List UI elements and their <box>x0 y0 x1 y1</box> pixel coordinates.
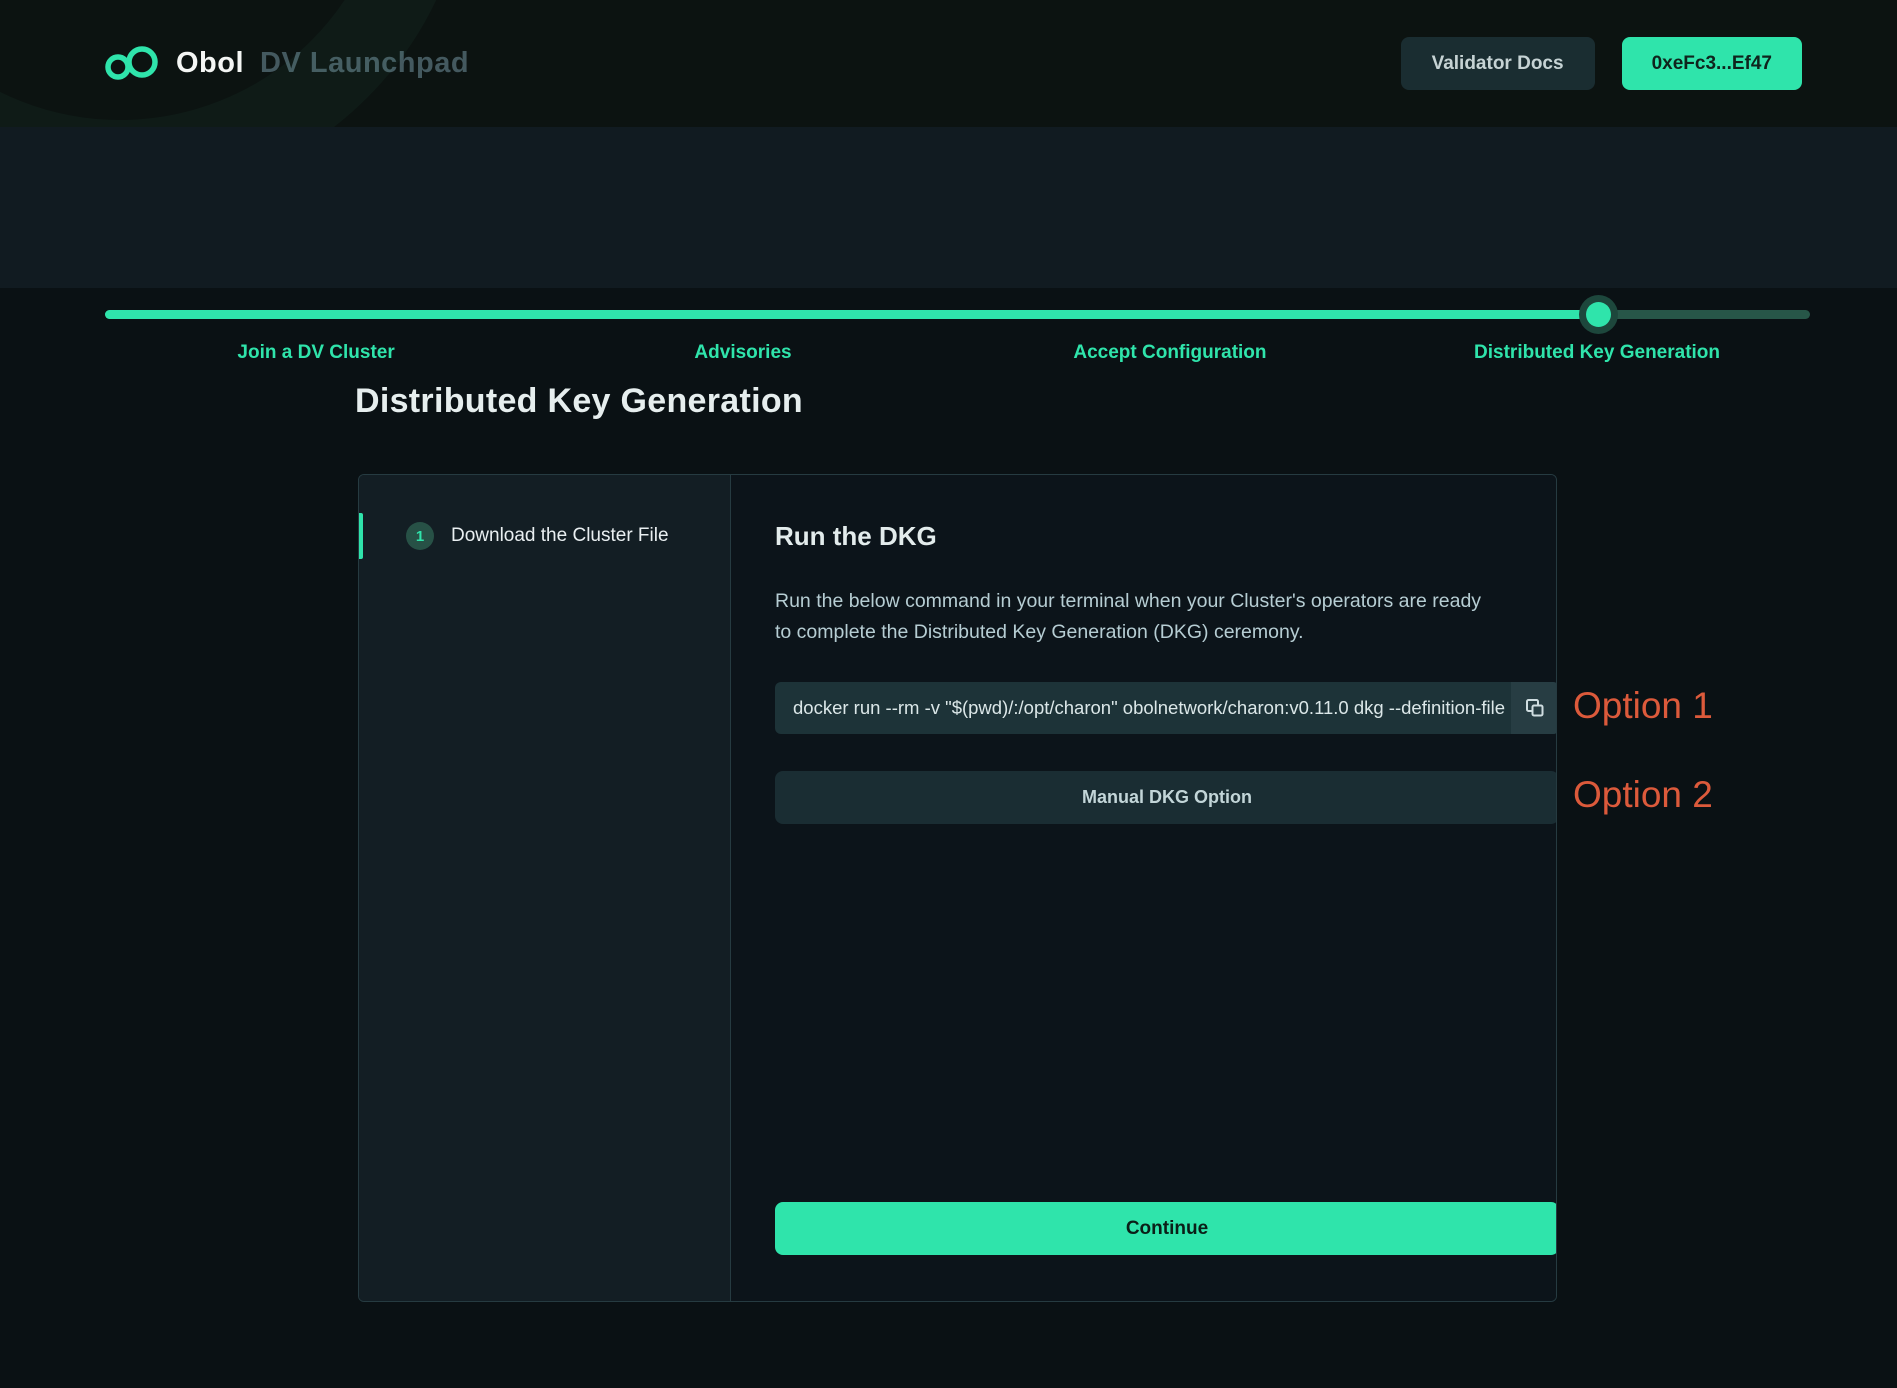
dkg-command-text: docker run --rm -v "$(pwd)/:/opt/charon"… <box>775 682 1511 734</box>
wallet-address-button[interactable]: 0xeFc3...Ef47 <box>1622 37 1802 90</box>
copy-command-button[interactable] <box>1511 682 1557 734</box>
progress-step-distributed-key-generation: Distributed Key Generation <box>1474 342 1720 364</box>
dkg-panel: Run the DKG Run the below command in you… <box>731 475 1557 1301</box>
panel-description: Run the below command in your terminal w… <box>775 586 1485 648</box>
manual-dkg-option-button[interactable]: Manual DKG Option <box>775 771 1557 824</box>
progress-section: Join a DV Cluster Advisories Accept Conf… <box>0 127 1897 288</box>
progress-bar-track <box>105 310 1810 319</box>
step-item-label: Download the Cluster File <box>451 525 669 547</box>
progress-step-advisories: Advisories <box>694 342 791 364</box>
continue-button[interactable]: Continue <box>775 1202 1557 1255</box>
active-step-accent-bar <box>359 513 363 559</box>
validator-docs-button[interactable]: Validator Docs <box>1401 37 1595 90</box>
screen: Obol DV Launchpad Validator Docs 0xeFc3.… <box>0 0 1897 1388</box>
copy-icon <box>1524 697 1546 719</box>
progress-step-join-cluster: Join a DV Cluster <box>237 342 394 364</box>
obol-infinity-icon <box>104 46 162 82</box>
header-actions: Validator Docs 0xeFc3...Ef47 <box>1401 37 1802 90</box>
progress-step-accept-configuration: Accept Configuration <box>1073 342 1266 364</box>
brand-name: Obol <box>176 47 244 80</box>
dkg-command-box: docker run --rm -v "$(pwd)/:/opt/charon"… <box>775 682 1557 734</box>
page-title: Distributed Key Generation <box>355 382 803 421</box>
dkg-card: 1 Download the Cluster File Run the DKG … <box>358 474 1557 1302</box>
annotation-option-2: Option 2 <box>1573 774 1713 816</box>
annotation-option-1: Option 1 <box>1573 685 1713 727</box>
card-step-list: 1 Download the Cluster File <box>359 475 731 1301</box>
brand-suffix: DV Launchpad <box>260 47 469 80</box>
progress-handle <box>1586 302 1611 327</box>
obol-logo[interactable]: Obol DV Launchpad <box>104 46 469 82</box>
app-header: Obol DV Launchpad Validator Docs 0xeFc3.… <box>0 0 1897 127</box>
panel-heading: Run the DKG <box>775 521 1557 552</box>
step-number-badge: 1 <box>406 522 434 550</box>
progress-bar-fill <box>105 310 1598 319</box>
step-item-download-cluster-file[interactable]: 1 Download the Cluster File <box>359 513 730 559</box>
